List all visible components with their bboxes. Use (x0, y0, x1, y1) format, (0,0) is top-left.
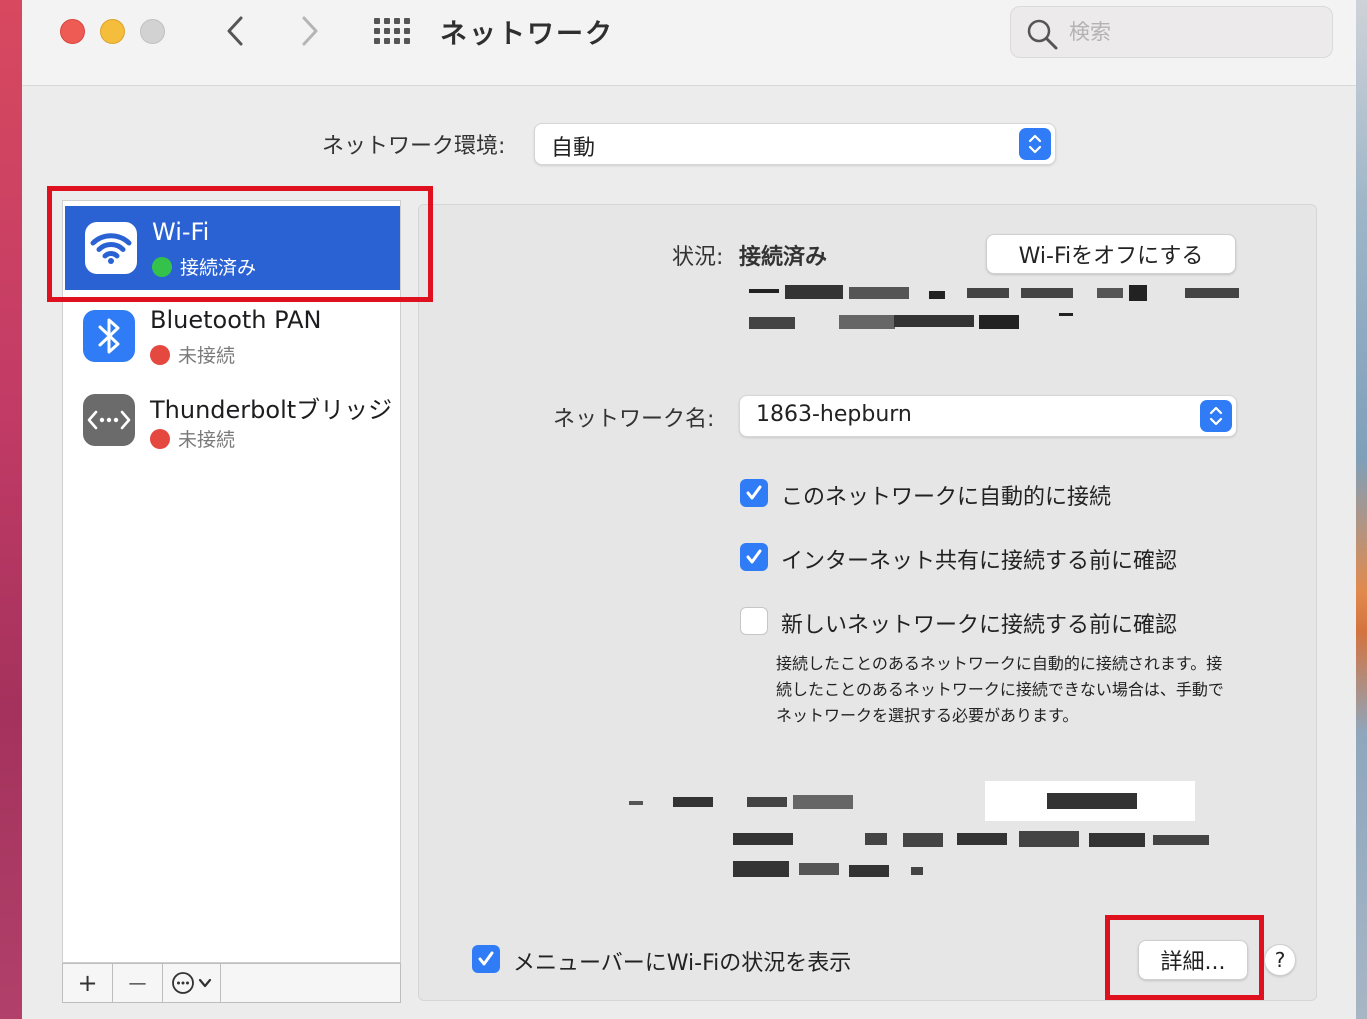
service-item-bluetooth-pan[interactable]: Bluetooth PAN 未接続 (63, 294, 400, 378)
help-button[interactable]: ? (1264, 944, 1296, 976)
network-name-label: ネットワーク名: (553, 407, 715, 432)
checkmark-icon (478, 951, 494, 966)
location-value: 自動 (551, 136, 596, 161)
network-preferences-window: ネットワーク ネットワーク環境: 自動 Wi- (22, 0, 1356, 1019)
menubar-status-label: メニューバーにWi-Fiの状況を表示 (513, 951, 852, 976)
redacted-status-details (749, 285, 1239, 335)
location-label: ネットワーク環境: (322, 134, 506, 159)
action-menu-button[interactable] (163, 964, 221, 1002)
service-list: Wi-Fi 接続済み Bluetooth PAN 未接続 Thunderbolt… (62, 200, 401, 963)
service-list-toolbar: + — (62, 963, 401, 1003)
remove-service-button[interactable]: — (113, 964, 163, 1002)
minimize-window-button[interactable] (100, 19, 125, 44)
location-popup[interactable]: 自動 (534, 123, 1056, 165)
show-all-button[interactable] (372, 16, 412, 46)
bluetooth-icon (83, 310, 135, 362)
detail-panel: 状況: 接続済み Wi-Fiをオフにする ネットワーク名: 1863-hepbu… (418, 204, 1317, 1001)
titlebar: ネットワーク (22, 0, 1356, 86)
grid-icon (374, 18, 410, 44)
service-name: Thunderboltブリッジ (150, 396, 393, 424)
add-service-button[interactable]: + (63, 964, 113, 1002)
chevron-left-icon (227, 16, 243, 46)
search-icon (1027, 19, 1058, 50)
thunderbolt-bridge-icon (83, 394, 135, 446)
redacted-network-details (629, 781, 1209, 887)
updown-arrows-icon (1200, 400, 1232, 432)
service-status: 未接続 (150, 341, 235, 368)
highlight-box-advanced (1105, 915, 1264, 1000)
status-value: 接続済み (739, 245, 828, 270)
checkmark-icon (746, 485, 762, 500)
search-field[interactable] (1010, 6, 1333, 58)
ellipsis-circle-icon (172, 972, 194, 994)
highlight-box-wifi (47, 186, 433, 302)
status-dot-red (150, 428, 170, 449)
service-status-text: 未接続 (178, 345, 236, 367)
desktop-background-left (0, 0, 22, 1019)
service-item-thunderbolt-bridge[interactable]: Thunderboltブリッジ 未接続 (63, 378, 400, 462)
new-network-description: 接続したことのあるネットワークに自動的に接続されます。接続したことのあるネットワ… (776, 654, 1224, 725)
service-name: Bluetooth PAN (150, 306, 322, 334)
hotspot-confirm-checkbox[interactable] (740, 543, 768, 571)
network-name-value: 1863-hepburn (756, 402, 912, 427)
zoom-window-button[interactable] (140, 19, 165, 44)
service-status: 未接続 (150, 425, 235, 452)
new-network-confirm-checkbox[interactable] (740, 607, 768, 635)
status-dot-red (150, 344, 170, 365)
close-window-button[interactable] (60, 19, 85, 44)
window-title: ネットワーク (440, 19, 614, 50)
forward-button[interactable] (295, 14, 325, 48)
new-network-confirm-label: 新しいネットワークに接続する前に確認 (781, 613, 1178, 638)
back-button[interactable] (220, 14, 250, 48)
search-input[interactable] (1069, 17, 1319, 47)
service-status-text: 未接続 (178, 429, 236, 451)
hotspot-confirm-label: インターネット共有に接続する前に確認 (781, 549, 1178, 574)
network-name-popup[interactable]: 1863-hepburn (739, 395, 1237, 437)
updown-arrows-icon (1019, 128, 1051, 160)
status-label: 状況: (672, 245, 724, 270)
auto-join-label: このネットワークに自動的に接続 (781, 485, 1112, 510)
chevron-right-icon (302, 16, 318, 46)
auto-join-checkbox[interactable] (740, 479, 768, 507)
chevron-down-icon (198, 978, 212, 988)
menubar-status-checkbox[interactable] (472, 945, 500, 973)
checkmark-icon (746, 549, 762, 564)
wifi-off-button[interactable]: Wi-Fiをオフにする (986, 234, 1236, 274)
